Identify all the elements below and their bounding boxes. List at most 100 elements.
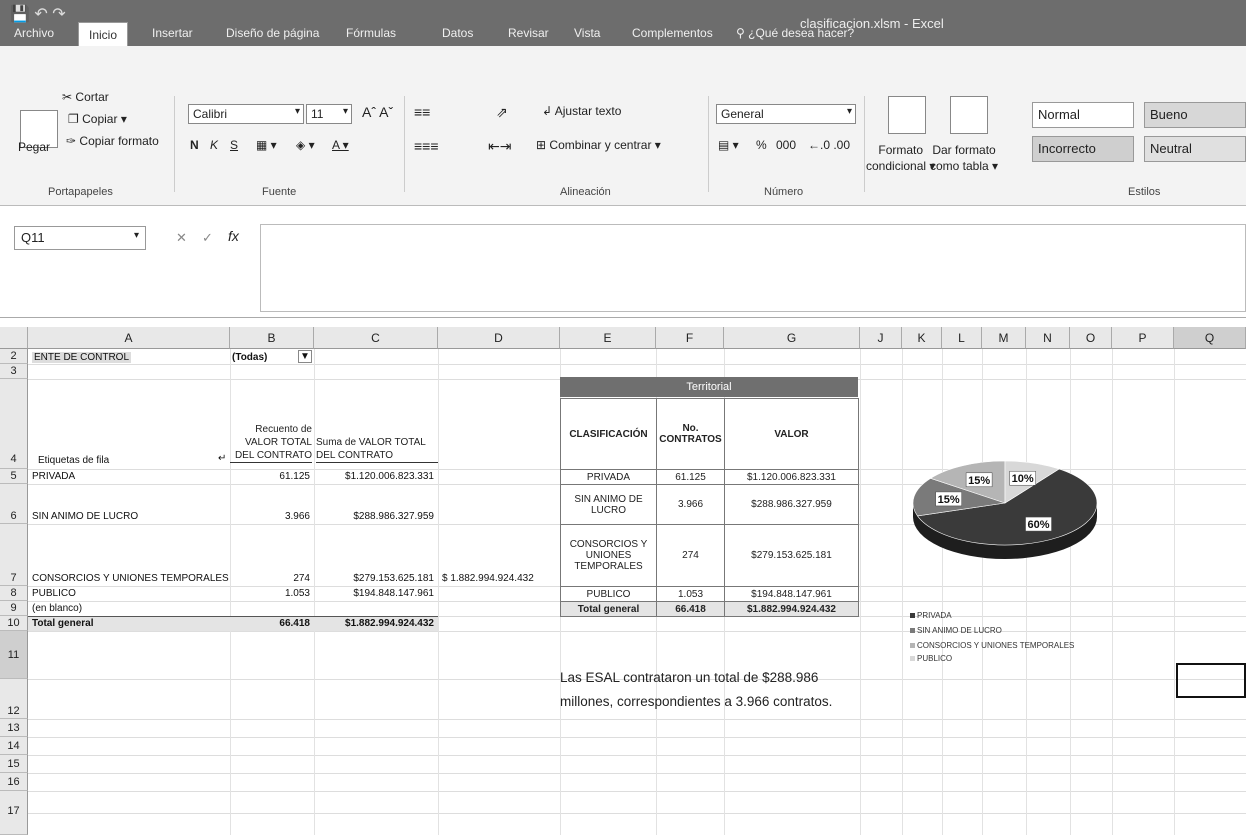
summary-total-cell: $1.882.994.924.432	[724, 601, 859, 617]
font-name-combo[interactable]: Calibri ▾	[188, 104, 304, 124]
row-header-12[interactable]: 12	[0, 679, 28, 719]
row-header-17[interactable]: 17	[0, 791, 28, 835]
tab-datos[interactable]: Datos	[442, 26, 473, 40]
row-header-6[interactable]: 6	[0, 484, 28, 524]
decimal-increase-icon[interactable]: ←.0 .00	[808, 138, 850, 152]
number-format-combo[interactable]: General ▾	[716, 104, 856, 124]
cut-button[interactable]: ✂ Cortar	[62, 90, 109, 104]
row-header-5[interactable]: 5	[0, 469, 28, 484]
tab-archivo[interactable]: Archivo	[14, 26, 54, 40]
paste-button[interactable]: Pegar	[18, 140, 50, 154]
style-neutral[interactable]: Neutral	[1144, 136, 1246, 162]
row-header-15[interactable]: 15	[0, 755, 28, 773]
column-header-m[interactable]: M	[982, 327, 1026, 349]
row-header-16[interactable]: 16	[0, 773, 28, 791]
italic-button[interactable]: K	[210, 138, 218, 152]
insert-function-button[interactable]: fx	[228, 228, 239, 244]
column-header-o[interactable]: O	[1070, 327, 1112, 349]
format-painter-button[interactable]: ✑ Copiar formato	[66, 134, 159, 148]
tab-inicio[interactable]: Inicio	[78, 22, 129, 48]
row-header-3[interactable]: 3	[0, 364, 28, 379]
name-box[interactable]: Q11 ▾	[14, 226, 146, 250]
accounting-format-icon[interactable]: ▤ ▾	[718, 138, 739, 152]
name-box-value: Q11	[21, 230, 45, 245]
tab-diseno-pagina[interactable]: Diseño de página	[226, 26, 319, 40]
indent-icon[interactable]: ⇤⇥	[488, 138, 511, 155]
borders-button[interactable]: ▦ ▾	[256, 138, 277, 152]
format-as-table-button[interactable]: Dar formato como tabla ▾	[930, 142, 998, 174]
font-grow-button[interactable]: Aˆ Aˇ	[362, 104, 393, 120]
cancel-icon[interactable]: ✕	[176, 230, 187, 246]
pivot-row-sum: $1.120.006.823.331	[345, 471, 434, 482]
style-incorrecto[interactable]: Incorrecto	[1032, 136, 1134, 162]
pivot-filter-value[interactable]: (Todas)	[232, 352, 267, 363]
row-header-9[interactable]: 9	[0, 601, 28, 616]
filter-dropdown-icon[interactable]: ▼	[298, 350, 312, 363]
active-cell-q11[interactable]	[1176, 663, 1246, 698]
row-header-14[interactable]: 14	[0, 737, 28, 755]
row-header-4[interactable]: 4	[0, 379, 28, 469]
select-all-corner[interactable]	[0, 327, 28, 349]
grid-line	[1174, 349, 1175, 835]
row-header-7[interactable]: 7	[0, 524, 28, 586]
column-header-g[interactable]: G	[724, 327, 860, 349]
bold-button[interactable]: N	[190, 138, 199, 152]
column-header-q[interactable]: Q	[1174, 327, 1246, 349]
column-header-f[interactable]: F	[656, 327, 724, 349]
row-header-2[interactable]: 2	[0, 349, 28, 364]
column-header-a[interactable]: A	[28, 327, 230, 349]
conditional-format-icon[interactable]	[888, 96, 926, 134]
align-top-icon[interactable]: ≡≡	[414, 104, 430, 120]
copy-button[interactable]: ❐ Copiar ▾	[68, 112, 127, 126]
merge-center-button[interactable]: ⊞ Combinar y centrar ▾	[536, 138, 661, 152]
column-header-c[interactable]: C	[314, 327, 438, 349]
row-header-10[interactable]: 10	[0, 616, 28, 631]
thousands-button[interactable]: 000	[776, 138, 796, 152]
pie-data-label: 10%	[1012, 473, 1034, 485]
tab-formulas[interactable]: Fórmulas	[346, 26, 396, 40]
column-header-k[interactable]: K	[902, 327, 942, 349]
style-normal[interactable]: Normal	[1032, 102, 1134, 128]
font-color-button[interactable]: A ▾	[332, 138, 349, 152]
tell-me-search[interactable]: ⚲ ¿Qué desea hacer?	[736, 26, 854, 40]
column-header-l[interactable]: L	[942, 327, 982, 349]
legend-swatch	[910, 643, 915, 649]
tab-vista[interactable]: Vista	[574, 26, 600, 40]
quick-access-toolbar[interactable]: 💾 ↶ ↷	[10, 4, 66, 24]
tab-insertar[interactable]: Insertar	[152, 26, 193, 40]
conditional-format-button[interactable]: Formato condicional ▾	[866, 142, 935, 174]
font-size-combo[interactable]: 11 ▾	[306, 104, 352, 124]
row-header-11[interactable]: 11	[0, 631, 28, 679]
summary-cell: $279.153.625.181	[724, 524, 859, 587]
row-header-8[interactable]: 8	[0, 586, 28, 601]
column-header-p[interactable]: P	[1112, 327, 1174, 349]
column-header-b[interactable]: B	[230, 327, 314, 349]
tab-revisar[interactable]: Revisar	[508, 26, 549, 40]
fill-color-button[interactable]: ◈ ▾	[296, 138, 315, 152]
percent-button[interactable]: %	[756, 138, 767, 152]
enter-icon[interactable]: ✓	[202, 230, 213, 246]
row-label-filter-icon[interactable]: ↵	[218, 453, 226, 464]
pivot-row-label: CONSORCIOS Y UNIONES TEMPORALES	[32, 573, 229, 584]
row-header-13[interactable]: 13	[0, 719, 28, 737]
ribbon-tabs: Archivo Inicio Insertar Diseño de página…	[0, 22, 1246, 48]
tell-me-label: ¿Qué desea hacer?	[748, 26, 855, 40]
column-header-e[interactable]: E	[560, 327, 656, 349]
align-left-icon[interactable]: ≡≡≡	[414, 138, 439, 154]
column-header-j[interactable]: J	[860, 327, 902, 349]
wrap-text-button[interactable]: ↲ Ajustar texto	[542, 104, 621, 118]
formula-input[interactable]	[260, 224, 1246, 312]
underline-button[interactable]: S	[230, 138, 238, 152]
summary-cell: 274	[656, 524, 725, 587]
orientation-icon[interactable]: ⇗	[496, 104, 508, 121]
column-header-d[interactable]: D	[438, 327, 560, 349]
tab-complementos[interactable]: Complementos	[632, 26, 713, 40]
style-bueno[interactable]: Bueno	[1144, 102, 1246, 128]
format-table-icon[interactable]	[950, 96, 988, 134]
wrap-text-label: Ajustar texto	[554, 104, 622, 118]
pie-chart[interactable]: 60% 15% 15% 10%	[900, 445, 1110, 575]
grid-line	[902, 349, 903, 835]
summary-cell: $288.986.327.959	[724, 484, 859, 525]
column-header-n[interactable]: N	[1026, 327, 1070, 349]
pivot-col-b-header: Recuento de VALOR TOTAL DEL CONTRATO	[230, 423, 314, 463]
